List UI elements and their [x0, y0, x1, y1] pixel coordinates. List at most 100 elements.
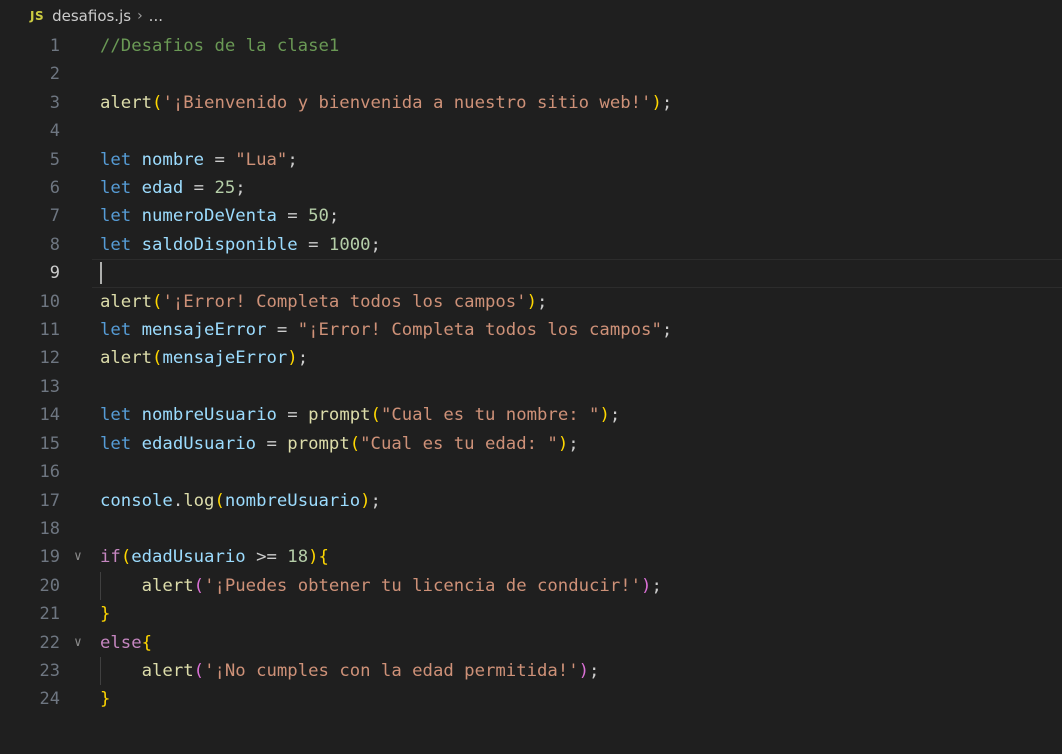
code-text: alert('¡Bienvenido y bienvenida a nuestr… — [100, 89, 672, 117]
code-token: ) — [287, 348, 298, 369]
code-token: ( — [152, 291, 163, 312]
code-line[interactable]: 7 let numeroDeVenta = 50; — [0, 202, 1062, 230]
code-line[interactable]: 14 let nombreUsuario = prompt("Cual es tu… — [0, 401, 1062, 429]
code-token: ; — [651, 575, 662, 596]
code-token: } — [100, 604, 111, 625]
code-token: edad — [141, 178, 184, 199]
code-token: ( — [152, 348, 163, 369]
code-token: mensajeError — [162, 348, 288, 369]
code-token: ) — [599, 405, 610, 426]
code-token: let — [100, 234, 132, 255]
code-token: = — [204, 149, 236, 170]
code-text: alert('¡Puedes obtener tu licencia de co… — [100, 572, 662, 600]
code-token: alert — [100, 92, 153, 113]
code-text: alert(mensajeError); — [100, 344, 308, 372]
code-token: = — [276, 405, 309, 426]
line-number: 8 — [49, 234, 60, 255]
code-line[interactable]: 21} — [0, 600, 1062, 628]
code-line[interactable]: 22 ∨ else{ — [0, 629, 1062, 657]
code-token: alert — [141, 575, 194, 596]
code-token: prompt — [308, 405, 371, 426]
code-line[interactable]: 6 let edad = 25; — [0, 174, 1062, 202]
code-token: //Desafios de la clase1 — [100, 36, 340, 56]
code-token: mensajeError — [141, 320, 267, 341]
code-token: numeroDeVenta — [141, 206, 277, 227]
code-text: let nombre = "Lua"; — [100, 146, 298, 174]
code-token: ) — [308, 547, 319, 568]
code-token: ( — [152, 92, 163, 113]
line-number: 15 — [39, 433, 60, 454]
line-number: 18 — [39, 518, 60, 539]
code-line[interactable]: 19 ∨ if(edadUsuario >= 18){ — [0, 543, 1062, 571]
code-line[interactable]: 10 alert('¡Error! Completa todos los camp… — [0, 288, 1062, 316]
code-line[interactable]: 9 — [0, 259, 1062, 289]
code-line[interactable]: 3 alert('¡Bienvenido y bienvenida a nuest… — [0, 89, 1062, 117]
code-token: = — [256, 433, 288, 454]
code-line[interactable]: 1 //Desafios de la clase1 — [0, 32, 1062, 60]
code-line[interactable]: 2 — [0, 60, 1062, 88]
code-line[interactable]: 11 let mensajeError = "¡Error! Completa t… — [0, 316, 1062, 344]
code-token: nombreUsuario — [141, 405, 277, 426]
code-line[interactable]: 17 console.log(nombreUsuario); — [0, 487, 1062, 515]
code-token: else — [100, 632, 142, 653]
code-token: edadUsuario — [141, 433, 257, 454]
code-line[interactable]: 16 — [0, 458, 1062, 486]
fold-chevron-icon[interactable]: ∨ — [74, 629, 82, 657]
code-token: nombreUsuario — [224, 490, 361, 511]
code-token: nombre — [141, 149, 205, 170]
code-token: { — [141, 632, 153, 653]
line-number: 14 — [39, 405, 60, 426]
code-token: ) — [578, 660, 590, 681]
code-token: let — [100, 433, 132, 454]
code-editor[interactable]: JS desafios.js › ... 1 //Desafios de la c… — [0, 0, 1062, 754]
line-number: 23 — [39, 660, 60, 681]
code-token: ( — [349, 433, 361, 454]
code-area[interactable]: 1//Desafios de la clase1 2 3 alert('¡Bienve… — [0, 32, 1062, 714]
code-text: if(edadUsuario >= 18){ — [100, 543, 329, 571]
code-line[interactable]: 4 — [0, 117, 1062, 145]
code-token: alert — [100, 291, 153, 312]
code-token: ( — [370, 405, 381, 426]
code-text: let nombreUsuario = prompt("Cual es tu n… — [100, 401, 620, 429]
code-token: . — [172, 490, 184, 511]
line-number: 20 — [39, 575, 60, 596]
line-number: 5 — [49, 149, 60, 170]
code-token: ( — [214, 490, 225, 511]
code-token: ; — [297, 348, 309, 369]
code-line[interactable]: 20 alert('¡Puedes obtener tu licencia de… — [0, 571, 1062, 601]
code-line[interactable]: 15 let edadUsuario = prompt("Cual es tu e… — [0, 430, 1062, 458]
line-number: 2 — [49, 64, 60, 85]
code-token: console — [100, 490, 173, 511]
code-token: '¡Puedes obtener tu licencia de conducir… — [204, 575, 642, 596]
code-line[interactable]: 12 alert(mensajeError); — [0, 344, 1062, 372]
code-line[interactable]: 23 alert('¡No cumples con la edad permit… — [0, 656, 1062, 686]
code-line[interactable]: 5 let nombre = "Lua"; — [0, 146, 1062, 174]
code-line[interactable]: 8 let saldoDisponible = 1000; — [0, 231, 1062, 259]
code-token: ) — [526, 291, 537, 312]
code-token: ; — [537, 291, 548, 312]
code-text: else{ — [100, 629, 152, 657]
fold-chevron-icon[interactable]: ∨ — [74, 543, 82, 571]
code-token: "¡Error! Completa todos los campos" — [297, 320, 662, 341]
code-token: let — [100, 178, 132, 199]
javascript-file-icon: JS — [30, 9, 45, 23]
line-number: 22 — [39, 632, 60, 653]
code-text: alert('¡Error! Completa todos los campos… — [100, 288, 547, 316]
code-line[interactable]: 13 — [0, 373, 1062, 401]
code-token: = — [183, 178, 215, 199]
breadcrumb-symbols[interactable]: ... — [149, 7, 163, 25]
line-number: 11 — [39, 320, 60, 341]
code-token: "Cual es tu edad: " — [360, 433, 558, 454]
code-token: '¡No cumples con la edad permitida!' — [204, 660, 579, 681]
code-token: ; — [661, 320, 673, 341]
breadcrumb-filename[interactable]: desafios.js — [52, 7, 131, 25]
code-token: >= — [245, 547, 288, 568]
line-number: 4 — [49, 121, 60, 142]
code-line[interactable]: 18 — [0, 515, 1062, 543]
line-number: 16 — [39, 462, 60, 483]
code-line[interactable]: 24} — [0, 685, 1062, 713]
